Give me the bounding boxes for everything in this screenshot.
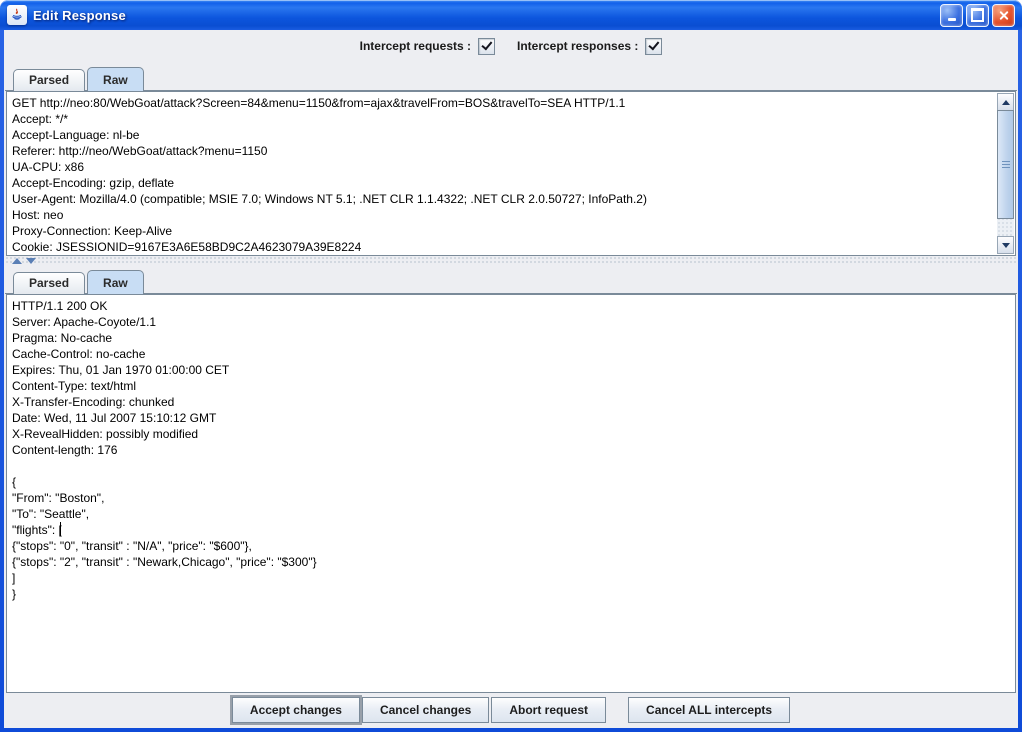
close-icon [998,10,1009,21]
maximize-button[interactable] [966,4,989,27]
intercept-requests-checkbox[interactable] [478,38,495,55]
abort-request-button[interactable]: Abort request [491,697,606,723]
split-divider[interactable] [5,256,1017,265]
minimize-icon [948,18,956,21]
edit-response-window: Edit Response Intercept requests : Inter… [0,0,1022,732]
request-tabstrip: Parsed Raw [4,62,1018,91]
request-raw-text[interactable]: GET http://neo:80/WebGoat/attack?Screen=… [8,93,996,254]
minimize-button[interactable] [940,4,963,27]
collapse-up-icon[interactable] [12,258,22,264]
cancel-changes-button[interactable]: Cancel changes [362,697,489,723]
response-tabstrip: Parsed Raw [4,265,1018,294]
intercept-responses-checkbox[interactable] [645,38,662,55]
check-icon [648,39,659,51]
java-icon [7,5,27,25]
maximize-icon [971,8,984,22]
response-raw-text[interactable]: HTTP/1.1 200 OK Server: Apache-Coyote/1.… [8,296,1014,691]
intercept-responses-label: Intercept responses : [517,39,638,53]
text-caret [60,522,61,536]
intercept-toolbar: Intercept requests : Intercept responses… [4,30,1018,62]
collapse-down-icon[interactable] [26,258,36,264]
cancel-all-intercepts-button[interactable]: Cancel ALL intercepts [628,697,790,723]
arrow-up-icon [1002,100,1010,105]
arrow-down-icon [1002,243,1010,248]
action-buttons: Accept changes Cancel changes Abort requ… [4,693,1018,728]
response-tab-raw[interactable]: Raw [87,270,144,294]
scrollbar-thumb[interactable] [997,110,1014,219]
intercept-requests-label: Intercept requests : [360,39,471,53]
request-scrollbar [997,93,1014,254]
request-tab-parsed[interactable]: Parsed [13,69,85,91]
accept-changes-button[interactable]: Accept changes [232,697,360,723]
window-content: Intercept requests : Intercept responses… [4,30,1018,728]
request-tab-raw[interactable]: Raw [87,67,144,91]
window-title: Edit Response [33,8,126,23]
check-icon [481,39,492,51]
title-bar[interactable]: Edit Response [0,0,1022,30]
thumb-grip-icon [1002,161,1010,169]
request-editor: GET http://neo:80/WebGoat/attack?Screen=… [6,91,1016,256]
scroll-up-button[interactable] [997,93,1014,111]
scroll-down-button[interactable] [997,236,1014,254]
response-tab-parsed[interactable]: Parsed [13,272,85,294]
close-button[interactable] [992,4,1015,27]
response-editor: HTTP/1.1 200 OK Server: Apache-Coyote/1.… [6,294,1016,693]
